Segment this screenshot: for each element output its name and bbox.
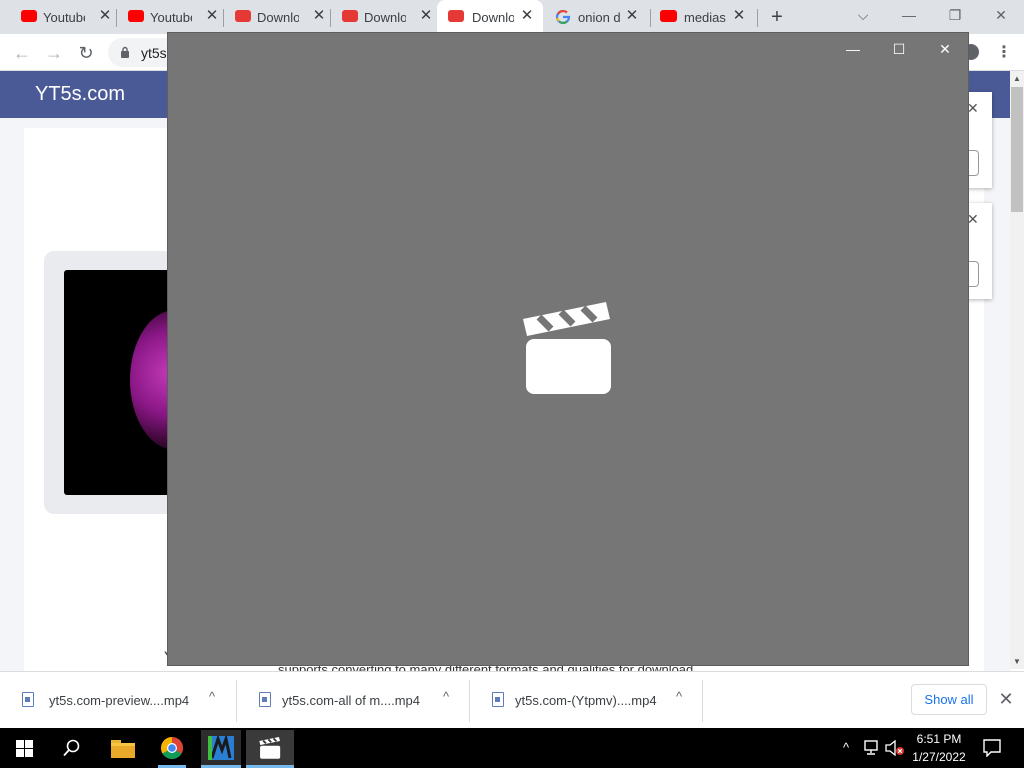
youtube-favicon-icon (21, 10, 37, 22)
video-player-window[interactable]: — ☐ ✕ (167, 32, 969, 666)
tab-title: Downlo (257, 10, 299, 25)
tab-download-active[interactable]: Downlo ✕ (437, 0, 543, 34)
new-tab-button[interactable]: + (768, 6, 786, 28)
menu-kebab-icon[interactable]: ⋮ (996, 42, 1012, 62)
tab-title: onion d (578, 10, 620, 25)
tab-separator (223, 9, 224, 27)
tab-separator (650, 9, 651, 27)
tab-title: Youtube (150, 10, 192, 25)
download-filename: yt5s.com-preview....mp4 (49, 693, 190, 708)
tab-youtube-1[interactable]: Youtube ✕ (13, 0, 114, 34)
clock-time[interactable]: 6:51 PM (910, 732, 968, 746)
lock-icon (121, 46, 129, 58)
tab-close-icon[interactable]: ✕ (625, 8, 639, 24)
tab-youtube-2[interactable]: Youtube ✕ (120, 0, 221, 34)
download-filename: yt5s.com-all of m....mp4 (282, 693, 420, 708)
downloader-favicon-icon (342, 10, 358, 22)
browser-close-button[interactable]: ✕ (986, 4, 1016, 26)
youtube-favicon-icon (128, 10, 144, 22)
tab-separator (330, 9, 331, 27)
file-icon (22, 692, 34, 707)
tab-close-icon[interactable]: ✕ (520, 8, 534, 24)
downloader-favicon-icon (448, 10, 464, 22)
address-url: yt5s (141, 45, 167, 61)
video-thumbnail[interactable] (64, 270, 184, 495)
download-shelf-close-icon[interactable]: ✕ (997, 689, 1015, 709)
tab-close-icon[interactable]: ✕ (205, 8, 219, 24)
download-shelf: yt5s.com-preview....mp4 ^ yt5s.com-all o… (0, 671, 1024, 728)
video-editor-icon[interactable] (208, 736, 234, 760)
tab-search-dropdown-icon[interactable]: ⌵ (848, 4, 878, 26)
back-arrow-icon[interactable]: ← (10, 41, 34, 65)
scroll-up-arrow-icon[interactable]: ▲ (1012, 74, 1022, 84)
show-all-downloads-button[interactable]: Show all (911, 684, 987, 715)
tray-chevron-up-icon[interactable]: ^ (838, 740, 854, 756)
clock-date[interactable]: 1/27/2022 (906, 750, 972, 764)
network-icon[interactable] (862, 740, 880, 756)
chevron-up-icon[interactable]: ^ (439, 689, 453, 709)
file-icon (259, 692, 271, 707)
download-separator (702, 680, 703, 722)
movies-tv-icon[interactable] (257, 737, 283, 759)
windows-start-icon[interactable] (16, 740, 33, 757)
youtube-favicon-icon (660, 10, 677, 22)
tab-title: Downlo (472, 10, 514, 25)
volume-muted-icon[interactable] (885, 740, 905, 756)
chevron-up-icon[interactable]: ^ (672, 689, 686, 709)
google-favicon-icon (555, 9, 571, 25)
tab-title: Youtube (43, 10, 85, 25)
video-close-button[interactable]: ✕ (932, 39, 958, 59)
chevron-up-icon[interactable]: ^ (205, 689, 219, 709)
download-item[interactable]: yt5s.com-preview....mp4 ^ (0, 672, 236, 729)
file-icon (492, 692, 504, 707)
chrome-icon[interactable] (160, 736, 184, 760)
tab-download-2[interactable]: Downlo ✕ (334, 0, 435, 34)
scroll-down-arrow-icon[interactable]: ▼ (1012, 657, 1022, 667)
downloader-favicon-icon (235, 10, 251, 22)
browser-minimize-button[interactable]: — (894, 4, 924, 26)
tab-youtube-3[interactable]: medias ✕ (654, 0, 755, 34)
video-maximize-button[interactable]: ☐ (886, 39, 912, 59)
video-minimize-button[interactable]: — (840, 39, 866, 59)
tab-title: Downlo (364, 10, 406, 25)
download-filename: yt5s.com-(Ytpmv)....mp4 (515, 693, 657, 708)
file-explorer-icon[interactable] (111, 738, 135, 758)
tab-download-1[interactable]: Downlo ✕ (227, 0, 328, 34)
reload-icon[interactable]: ↻ (74, 41, 98, 65)
tab-separator (757, 9, 758, 27)
tab-title: medias (684, 10, 726, 25)
tab-close-icon[interactable]: ✕ (98, 8, 112, 24)
search-icon[interactable] (63, 739, 81, 757)
notifications-icon[interactable] (983, 739, 1001, 757)
download-item[interactable]: yt5s.com-all of m....mp4 ^ (237, 672, 469, 729)
clapperboard-icon (523, 302, 611, 394)
tab-separator (116, 9, 117, 27)
forward-arrow-icon[interactable]: → (42, 41, 66, 65)
tab-google-search[interactable]: onion d ✕ (547, 0, 648, 34)
download-item[interactable]: yt5s.com-(Ytpmv)....mp4 ^ (470, 672, 702, 729)
scrollbar-thumb[interactable] (1011, 87, 1023, 212)
address-bar[interactable]: yt5s (108, 38, 168, 67)
browser-restore-button[interactable]: ❐ (940, 4, 970, 26)
tab-close-icon[interactable]: ✕ (419, 8, 433, 24)
site-logo[interactable]: YT5s.com (35, 83, 125, 106)
tab-close-icon[interactable]: ✕ (312, 8, 326, 24)
tab-close-icon[interactable]: ✕ (732, 8, 746, 24)
